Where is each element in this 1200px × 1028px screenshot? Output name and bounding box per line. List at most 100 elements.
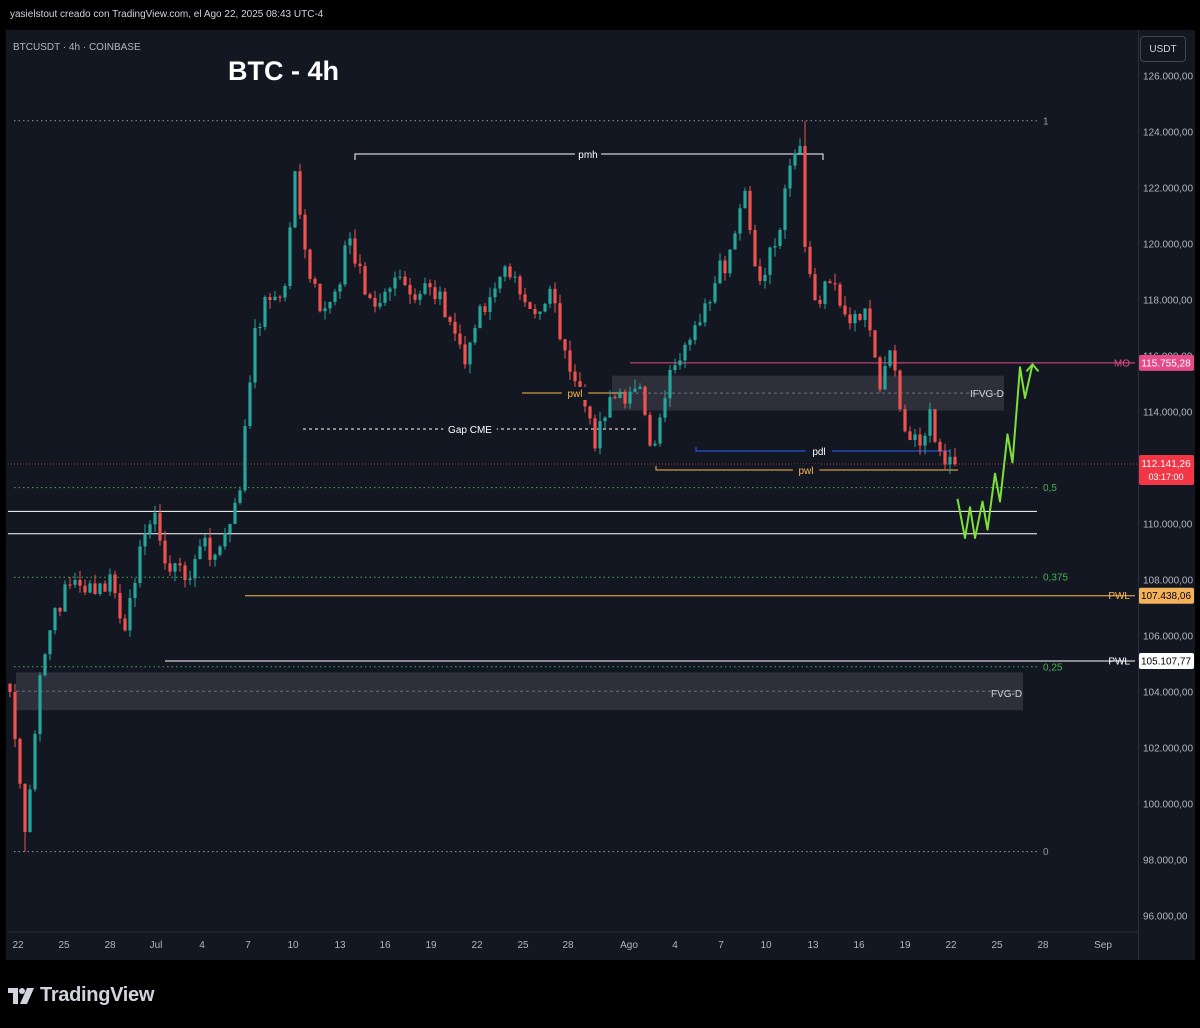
candle-body [758, 266, 762, 281]
candle-body [543, 303, 547, 312]
candle-body [588, 406, 592, 419]
candle-body [168, 563, 172, 572]
candle-body [598, 421, 602, 449]
candle-body [88, 583, 92, 593]
symbol-label: BTCUSDT · 4h · COINBASE [13, 42, 141, 53]
candle-body [368, 294, 372, 298]
currency-selector[interactable]: USDT [1140, 36, 1186, 62]
candle-body [668, 370, 672, 399]
candle-body [748, 190, 752, 231]
candle-body [303, 214, 307, 250]
candle-body [628, 391, 632, 404]
grid-layer: 1 0,5 0,375 0,25 0 [14, 116, 1068, 858]
candle-body [618, 391, 622, 398]
candle-body [313, 278, 317, 284]
candle-body [333, 291, 337, 302]
candle-body [348, 238, 352, 246]
candle-body [263, 297, 267, 327]
candle-body [913, 434, 917, 440]
y-tick-label: 100.000,00 [1143, 800, 1193, 811]
y-tick-label: 118.000,00 [1143, 296, 1193, 307]
candle-body [653, 443, 657, 446]
x-tick-label: Ago [620, 940, 638, 951]
candle-body [843, 305, 847, 315]
y-tick-label: 122.000,00 [1143, 184, 1193, 195]
x-tick-label: 19 [425, 940, 437, 951]
pwl-lower-label: pwl [798, 466, 813, 477]
candle-body [223, 532, 227, 547]
pwl-local-label: pwl [567, 389, 582, 400]
candle-body [638, 386, 642, 389]
candle-body [833, 283, 837, 285]
candle-body [133, 583, 137, 599]
y-tick-label: 110.000,00 [1143, 520, 1193, 531]
candle-body [78, 580, 82, 586]
candle-body [558, 303, 562, 340]
candle-body [508, 266, 512, 278]
x-tick-label: 28 [104, 940, 116, 951]
candle-body [278, 296, 282, 298]
candle-body [463, 344, 467, 365]
candle-body [298, 171, 302, 215]
candle-body [703, 303, 707, 323]
candle-body [308, 249, 312, 279]
y-tick-label: 120.000,00 [1143, 240, 1193, 251]
candle-body [773, 246, 777, 248]
y-tick-label: 108.000,00 [1143, 576, 1193, 587]
x-tick-label: 28 [562, 940, 574, 951]
candle-body [393, 277, 397, 289]
candle-body [73, 580, 77, 585]
candle-body [188, 578, 192, 580]
candle-body [23, 783, 27, 832]
candle-body [358, 263, 362, 267]
candle-body [538, 311, 542, 314]
candle-body [568, 350, 572, 372]
candle-body [453, 321, 457, 334]
x-tick-label: Sep [1094, 940, 1112, 951]
candle-body [738, 208, 742, 234]
candle-body [218, 546, 222, 555]
y-tick-label: 98.000,00 [1143, 856, 1188, 867]
candle-body [623, 391, 627, 404]
candle-body [868, 308, 872, 331]
candle-body [478, 306, 482, 328]
candle-body [578, 381, 582, 388]
candle-body [163, 540, 167, 564]
candle-body [768, 247, 772, 275]
candle-body [823, 281, 827, 304]
x-tick-label: 16 [853, 940, 865, 951]
candle-body [243, 426, 247, 491]
candle-body [108, 574, 112, 592]
candle-body [813, 274, 817, 300]
candle-body [888, 350, 892, 366]
ifvg-label: IFVG-D [970, 389, 1004, 400]
tradingview-icon [8, 987, 34, 1004]
candle-body [788, 165, 792, 189]
candle-body [908, 431, 912, 440]
candle-body [903, 409, 907, 432]
candle-body [928, 409, 932, 436]
candle-body [343, 245, 347, 285]
pwl-white-level-name: PWL [1108, 656, 1130, 667]
candle-body [48, 630, 52, 655]
chart-svg[interactable]: 1 0,5 0,375 0,25 0 pmh pwl Gap CME pdl pwl IFVG-D… [0, 0, 1200, 1028]
candle-body [58, 608, 62, 612]
zones-layer [16, 375, 1023, 711]
candle-body [338, 284, 342, 292]
candle-body [863, 308, 867, 320]
candle-body [363, 266, 367, 295]
x-tick-label: 22 [471, 940, 483, 951]
candle-body [8, 683, 12, 692]
candle-body [148, 524, 152, 534]
candle-body [253, 328, 257, 383]
candle-body [123, 618, 127, 631]
candle-body [513, 276, 517, 278]
x-tick-label: 13 [334, 940, 346, 951]
tradingview-logo[interactable]: TradingView [8, 984, 154, 1007]
pwl-level-name: PWL [1108, 591, 1130, 602]
pdl-label: pdl [812, 447, 825, 458]
candle-body [458, 333, 462, 345]
candle-body [178, 563, 182, 566]
candle-body [408, 284, 412, 295]
x-tick-label: 28 [1037, 940, 1049, 951]
